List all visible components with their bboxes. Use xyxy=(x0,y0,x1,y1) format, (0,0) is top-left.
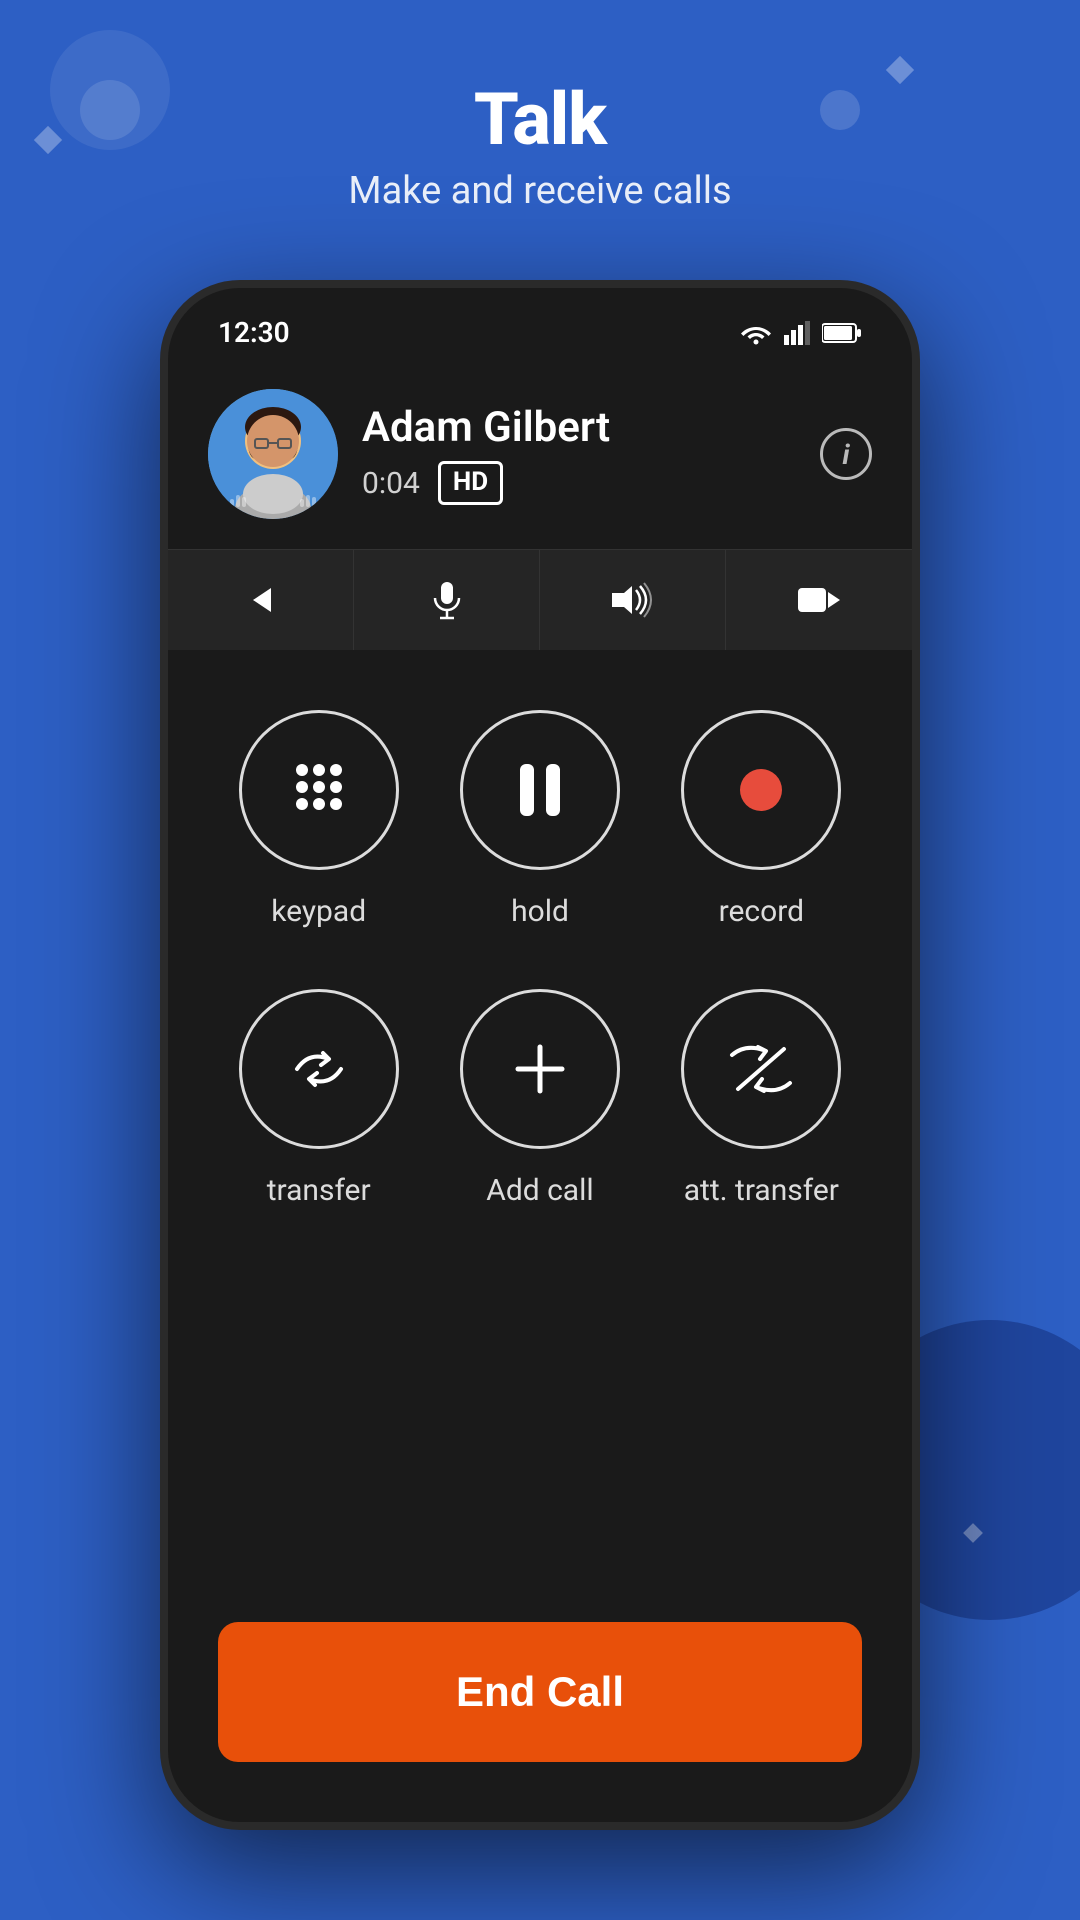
app-header: Talk Make and receive calls xyxy=(0,0,1080,273)
video-button[interactable] xyxy=(726,550,912,650)
add-call-icon xyxy=(512,1041,568,1097)
call-toolbar xyxy=(168,549,912,650)
att-transfer-button[interactable]: att. transfer xyxy=(671,989,852,1208)
hold-circle xyxy=(460,710,620,870)
keypad-circle xyxy=(239,710,399,870)
keypad-icon xyxy=(284,755,354,825)
info-button[interactable]: i xyxy=(820,428,872,480)
record-circle xyxy=(681,710,841,870)
end-call-container: End Call xyxy=(168,1592,912,1822)
back-icon xyxy=(243,582,279,618)
add-call-button[interactable]: Add call xyxy=(449,989,630,1208)
signal-icon xyxy=(784,321,810,345)
add-call-label: Add call xyxy=(486,1173,593,1208)
record-button[interactable]: record xyxy=(671,710,852,929)
add-call-circle xyxy=(460,989,620,1149)
status-icons xyxy=(740,321,862,345)
att-transfer-label: att. transfer xyxy=(684,1173,839,1208)
avatar-image xyxy=(208,389,338,519)
transfer-button[interactable]: transfer xyxy=(228,989,409,1208)
status-time: 12:30 xyxy=(218,316,290,349)
transfer-icon xyxy=(289,1039,349,1099)
hold-label: hold xyxy=(511,894,569,929)
spacer xyxy=(168,1248,912,1592)
caller-name: Adam Gilbert xyxy=(362,403,796,453)
phone-screen: 12:30 xyxy=(168,288,912,1822)
avatar xyxy=(208,389,338,519)
end-call-text: End Call xyxy=(456,1668,624,1716)
record-dot xyxy=(740,769,782,811)
controls-grid: keypad hold xyxy=(228,710,852,1208)
keypad-button[interactable]: keypad xyxy=(228,710,409,929)
call-duration: 0:04 xyxy=(362,466,420,501)
record-label: record xyxy=(719,894,804,929)
microphone-icon xyxy=(429,580,465,620)
app-title: Talk xyxy=(0,80,1080,159)
mute-button[interactable] xyxy=(354,550,540,650)
speaker-button[interactable] xyxy=(540,550,726,650)
avatar-container xyxy=(208,389,338,519)
att-transfer-icon xyxy=(728,1039,794,1099)
end-call-button[interactable]: End Call xyxy=(218,1622,862,1762)
call-info-section: Adam Gilbert 0:04 HD i xyxy=(168,359,912,549)
app-subtitle: Make and receive calls xyxy=(0,169,1080,213)
transfer-circle xyxy=(239,989,399,1149)
hold-button[interactable]: hold xyxy=(449,710,630,929)
video-icon xyxy=(796,584,842,616)
wifi-icon xyxy=(740,321,772,345)
att-transfer-circle xyxy=(681,989,841,1149)
battery-icon xyxy=(822,322,862,344)
phone-mockup: 12:30 xyxy=(160,280,920,1830)
status-bar: 12:30 xyxy=(168,288,912,359)
hold-icon xyxy=(514,760,566,820)
phone-frame: 12:30 xyxy=(160,280,920,1830)
keypad-label: keypad xyxy=(271,894,366,929)
speaker-icon xyxy=(610,582,656,618)
back-button[interactable] xyxy=(168,550,354,650)
call-status-row: 0:04 HD xyxy=(362,461,796,505)
transfer-label: transfer xyxy=(267,1173,371,1208)
hd-badge: HD xyxy=(438,461,503,505)
call-details: Adam Gilbert 0:04 HD xyxy=(362,403,796,505)
call-controls: keypad hold xyxy=(168,650,912,1248)
